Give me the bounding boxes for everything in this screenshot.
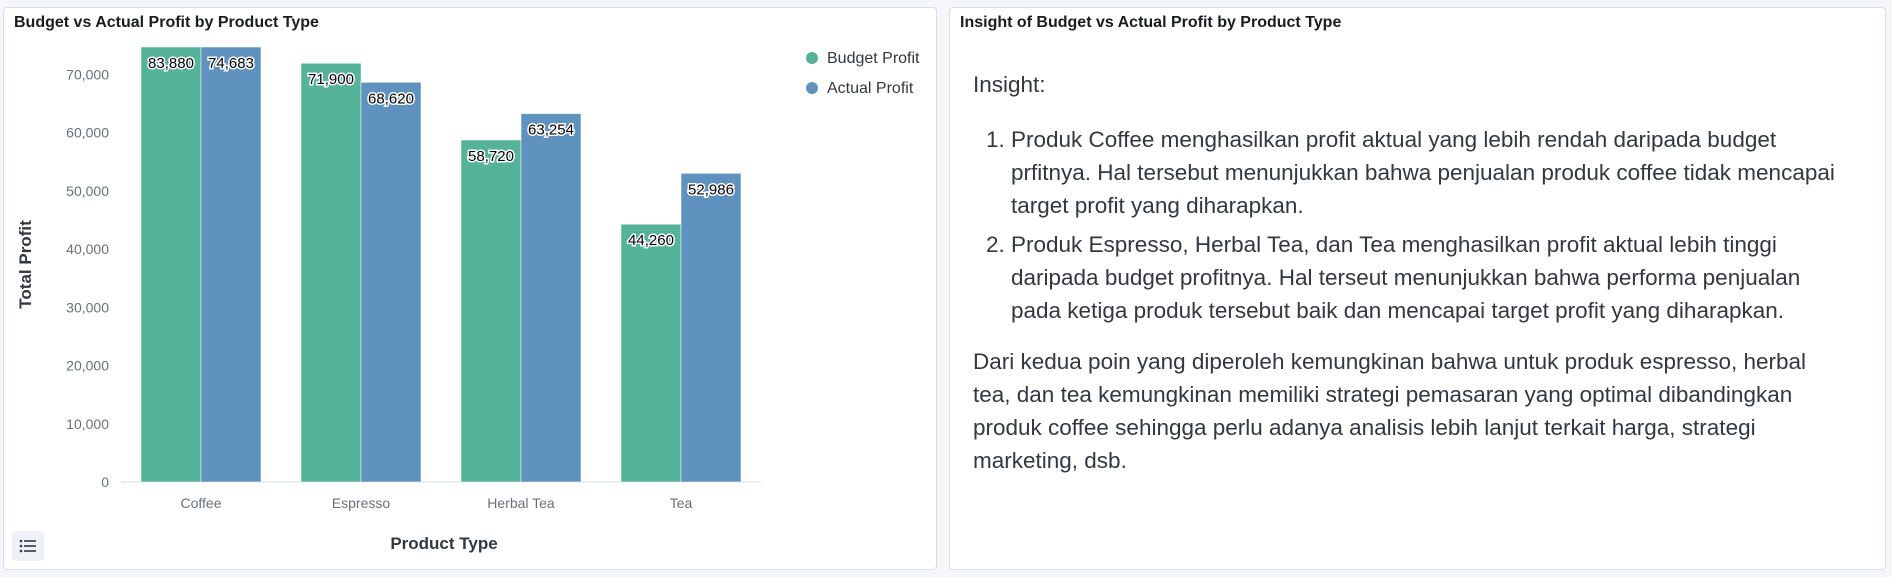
chart-panel: Budget vs Actual Profit by Product Type … — [3, 7, 937, 570]
x-tick-label: Espresso — [332, 495, 391, 511]
bar-budget-profit — [620, 223, 682, 483]
bar-budget-profit — [460, 139, 522, 483]
x-axis-title: Product Type — [390, 534, 497, 553]
insight-closing: Dari kedua poin yang diperoleh kemungkin… — [973, 349, 1807, 473]
data-label: 83,880 — [148, 55, 194, 72]
data-label: 58,720 — [468, 148, 514, 165]
bar-actual-profit — [360, 82, 422, 483]
y-tick-label: 0 — [101, 474, 109, 490]
bar-actual-profit — [200, 46, 262, 483]
bar-actual-profit — [520, 113, 582, 483]
y-tick-label: 60,000 — [66, 125, 109, 141]
insight-point: Produk Espresso, Herbal Tea, dan Tea men… — [1011, 228, 1848, 327]
bar-chart: 0 10,000 20,000 30,000 40,000 50,000 60,000 70,… — [16, 46, 920, 553]
y-axis-title: Total Profit — [16, 220, 35, 309]
x-tick-label: Tea — [670, 495, 693, 511]
insight-point: Produk Coffee menghasilkan profit aktual… — [1011, 123, 1848, 222]
insight-panel: Insight of Budget vs Actual Profit by Pr… — [949, 7, 1886, 570]
legend-item: Actual Profit — [827, 80, 914, 97]
insight-list: Produk Coffee menghasilkan profit aktual… — [973, 123, 1848, 327]
insight-body: Insight: Produk Coffee menghasilkan prof… — [973, 60, 1848, 477]
insight-heading: Insight: — [973, 72, 1046, 97]
data-label: 68,620 — [368, 90, 414, 107]
legend-swatch — [806, 82, 818, 94]
bar-budget-profit — [140, 46, 202, 483]
bar-actual-profit — [680, 173, 742, 483]
bar-budget-profit — [300, 62, 362, 483]
data-label: 52,986 — [688, 181, 734, 198]
y-tick-label: 50,000 — [66, 183, 109, 199]
legend-toggle-button[interactable] — [12, 531, 44, 561]
legend-item: Budget Profit — [827, 50, 920, 67]
x-tick-label: Herbal Tea — [487, 495, 555, 511]
legend-swatch — [806, 52, 818, 64]
y-tick-label: 40,000 — [66, 241, 109, 257]
data-label: 63,254 — [528, 122, 574, 139]
y-tick-label: 70,000 — [66, 66, 109, 82]
y-tick-label: 30,000 — [66, 299, 109, 315]
data-label: 74,683 — [208, 55, 254, 72]
y-tick-label: 10,000 — [66, 416, 109, 432]
list-icon — [19, 539, 36, 553]
x-tick-label: Coffee — [181, 495, 222, 511]
insight-title: Insight of Budget vs Actual Profit by Pr… — [960, 14, 1342, 31]
y-tick-label: 20,000 — [66, 358, 109, 374]
data-label: 44,260 — [628, 232, 674, 249]
data-label: 71,900 — [308, 71, 354, 88]
